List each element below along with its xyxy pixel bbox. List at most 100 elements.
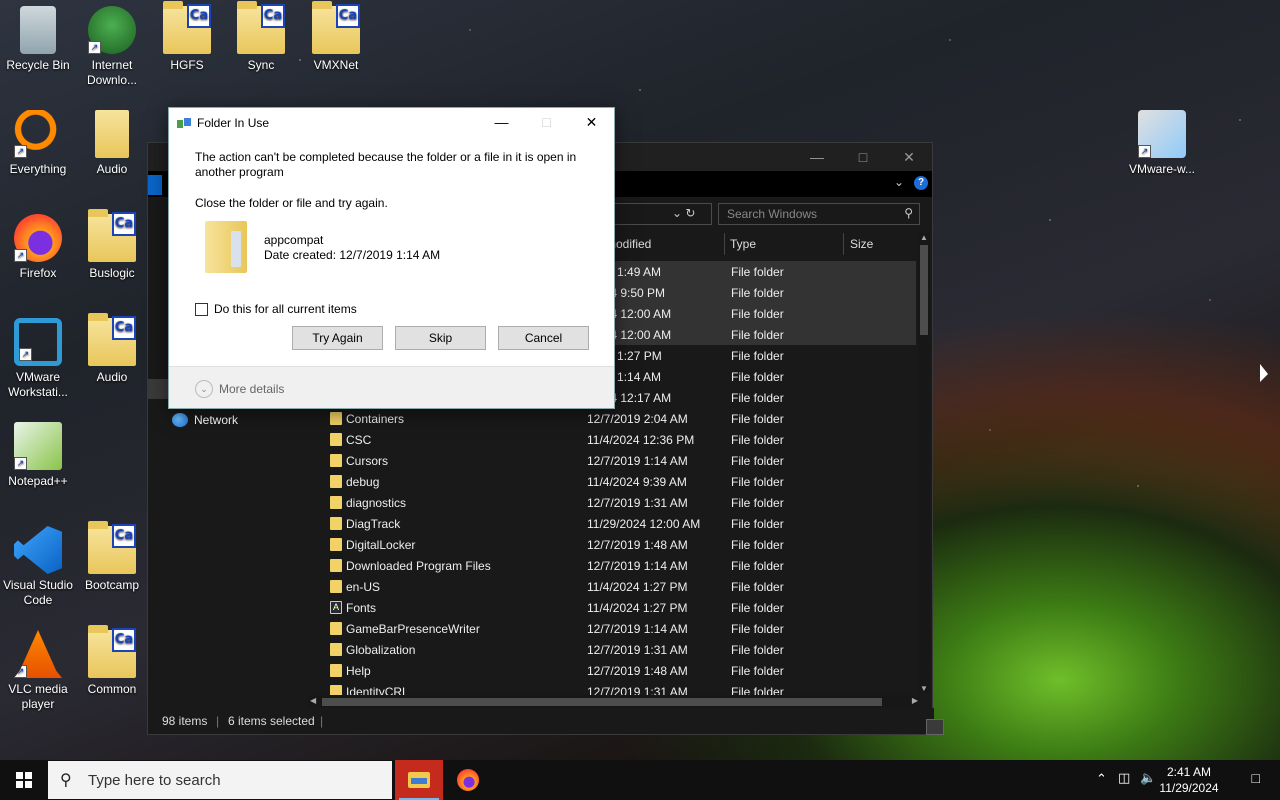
file-date: 11/4/2024 1:27 PM xyxy=(587,580,688,594)
network-status-icon[interactable]: ◫ xyxy=(1118,770,1130,786)
desktop-icon[interactable]: ↗ Internet Downlo... xyxy=(74,6,150,88)
desktop-icon[interactable]: ↗ Firefox xyxy=(0,214,76,281)
table-row[interactable]: diagnostics 12/7/2019 1:31 AM File folder xyxy=(308,492,916,513)
desktop-icon[interactable]: Ca Bootcamp xyxy=(74,521,150,593)
table-row[interactable]: Globalization 12/7/2019 1:31 AM File folde… xyxy=(308,639,916,660)
file-type: File folder xyxy=(731,433,784,447)
start-button[interactable] xyxy=(0,760,48,800)
scroll-up-icon[interactable]: ▲ xyxy=(918,233,930,242)
status-bar: 98 items | 6 items selected | xyxy=(148,708,944,735)
table-row[interactable]: Cursors 12/7/2019 1:14 AM File folder xyxy=(308,450,916,471)
folder-icon: Ca xyxy=(88,625,136,678)
chevron-up-icon[interactable]: ⌃ xyxy=(1096,771,1107,787)
desktop-icon[interactable]: ↗ Notepad++ xyxy=(0,422,76,489)
address-bar[interactable] xyxy=(608,203,712,225)
desktop-icon[interactable]: Ca Common xyxy=(74,625,150,697)
desktop-icon[interactable]: ↗ Visual Studio Code xyxy=(0,526,76,608)
file-name: Cursors xyxy=(346,454,389,468)
desktop-icon[interactable]: Ca VMXNet xyxy=(298,1,374,73)
cancel-button[interactable]: Cancel xyxy=(498,326,589,350)
clock-time: 2:41 AM xyxy=(1166,765,1212,779)
folder-icon xyxy=(330,517,342,530)
everything-icon: ↗ xyxy=(14,110,62,158)
notifications-icon[interactable]: □ xyxy=(1252,770,1260,786)
desktop-icon[interactable]: Ca Audio xyxy=(74,313,150,385)
column-type[interactable]: Type xyxy=(730,237,756,251)
vertical-scrollbar[interactable]: ▲ ▼ xyxy=(918,233,930,693)
minimize-icon[interactable]: — xyxy=(479,108,524,136)
minimize-icon[interactable]: — xyxy=(794,143,840,171)
desktop-icon-label: Sync xyxy=(247,58,275,72)
table-row[interactable]: Containers 12/7/2019 2:04 AM File folder xyxy=(308,408,916,429)
taskbar-search-placeholder: Type here to search xyxy=(88,771,221,789)
file-name: DigitalLocker xyxy=(346,538,416,552)
table-row[interactable]: A Fonts 11/4/2024 1:27 PM File folder xyxy=(308,597,916,618)
nav-item-network[interactable]: Network xyxy=(172,413,238,427)
ribbon-file-tab[interactable] xyxy=(148,175,162,195)
search-placeholder: Search Windows xyxy=(727,207,818,221)
folder-icon xyxy=(330,664,342,677)
desktop-icon[interactable]: ↗ VMware-w... xyxy=(1124,110,1200,177)
scroll-left-icon[interactable]: ◀ xyxy=(310,696,316,705)
chevron-down-icon[interactable]: ⌄ xyxy=(672,206,682,220)
desktop-icon[interactable]: ↗ Everything xyxy=(0,110,76,177)
column-size[interactable]: Size xyxy=(850,237,873,251)
idm-icon: ↗ xyxy=(88,6,136,54)
more-details-toggle[interactable]: ⌄ More details xyxy=(195,380,284,398)
table-row[interactable]: DigitalLocker 12/7/2019 1:48 AM File folde… xyxy=(308,534,916,555)
desktop-icon[interactable]: ↗ VMware Workstati... xyxy=(0,318,76,400)
table-row[interactable]: en-US 11/4/2024 1:27 PM File folder xyxy=(308,576,916,597)
search-icon: ⚲ xyxy=(904,206,913,220)
file-name: en-US xyxy=(346,580,381,594)
file-date: 12/7/2019 1:14 AM xyxy=(587,559,688,573)
maximize-icon[interactable]: □ xyxy=(840,143,886,171)
nav-selected-item[interactable] xyxy=(148,379,170,399)
desktop-icon[interactable]: Ca Sync xyxy=(223,1,299,73)
table-row[interactable]: CSC 11/4/2024 12:36 PM File folder xyxy=(308,429,916,450)
desktop-icon-label: VLC media player xyxy=(8,682,68,711)
try-again-button[interactable]: Try Again xyxy=(292,326,383,350)
horizontal-scrollbar[interactable]: ◀ ▶ xyxy=(308,695,920,709)
close-icon[interactable]: ✕ xyxy=(886,143,932,171)
scroll-down-icon[interactable]: ▼ xyxy=(918,684,930,693)
file-type: File folder xyxy=(731,622,784,636)
desktop-icon[interactable]: Recycle Bin xyxy=(0,6,76,73)
large-icons-view-icon[interactable] xyxy=(926,719,944,735)
scroll-right-icon[interactable]: ▶ xyxy=(912,696,918,705)
chevron-down-icon[interactable]: ⌄ xyxy=(894,175,904,189)
explorer-search-input[interactable]: Search Windows ⚲ xyxy=(718,203,920,225)
table-row[interactable]: DiagTrack 11/29/2024 12:00 AM File folder xyxy=(308,513,916,534)
desktop-icon[interactable]: Ca Buslogic xyxy=(74,209,150,281)
desktop-icon[interactable]: Ca HGFS xyxy=(149,1,225,73)
refresh-icon[interactable]: ↻ xyxy=(685,206,695,220)
folder-in-use-dialog[interactable]: Folder In Use — □ ✕ The action can't be … xyxy=(168,107,615,409)
folder-icon xyxy=(330,643,342,656)
taskbar-search-box[interactable]: ⚲ Type here to search xyxy=(48,761,392,799)
scrollbar-thumb[interactable] xyxy=(920,245,928,335)
close-icon[interactable]: ✕ xyxy=(569,108,614,136)
installer-icon: ↗ xyxy=(1138,110,1186,158)
file-type: File folder xyxy=(731,538,784,552)
taskbar-file-explorer[interactable] xyxy=(395,760,443,800)
file-date: 12/7/2019 1:31 AM xyxy=(587,643,688,657)
help-icon[interactable]: ? xyxy=(914,176,928,190)
folder-icon xyxy=(330,454,342,467)
shortcut-arrow-icon: ↗ xyxy=(14,145,27,158)
table-row[interactable]: GameBarPresenceWriter 12/7/2019 1:14 AM Fi… xyxy=(308,618,916,639)
table-row[interactable]: Help 12/7/2019 1:48 AM File folder xyxy=(308,660,916,681)
system-tray: ⌃ ◫ 🔈 2:41 AM 11/29/2024 □ xyxy=(1090,760,1280,800)
taskbar-firefox[interactable] xyxy=(444,760,492,800)
skip-button[interactable]: Skip xyxy=(395,326,486,350)
checkbox[interactable] xyxy=(195,302,208,316)
maximize-icon: □ xyxy=(542,114,551,130)
scrollbar-thumb[interactable] xyxy=(322,698,882,706)
table-row[interactable]: debug 11/4/2024 9:39 AM File folder xyxy=(308,471,916,492)
desktop-icon[interactable]: Audio xyxy=(74,110,150,177)
folder-icon xyxy=(205,221,247,273)
apply-all-checkbox[interactable]: Do this for all current items xyxy=(195,302,357,316)
checkbox-label[interactable]: Do this for all current items xyxy=(214,302,357,316)
table-row[interactable]: Downloaded Program Files 12/7/2019 1:14 A… xyxy=(308,555,916,576)
clock[interactable]: 2:41 AM 11/29/2024 xyxy=(1154,764,1224,796)
dialog-footer: ⌄ More details xyxy=(169,366,614,408)
desktop-icon[interactable]: ↗ VLC media player xyxy=(0,630,76,712)
